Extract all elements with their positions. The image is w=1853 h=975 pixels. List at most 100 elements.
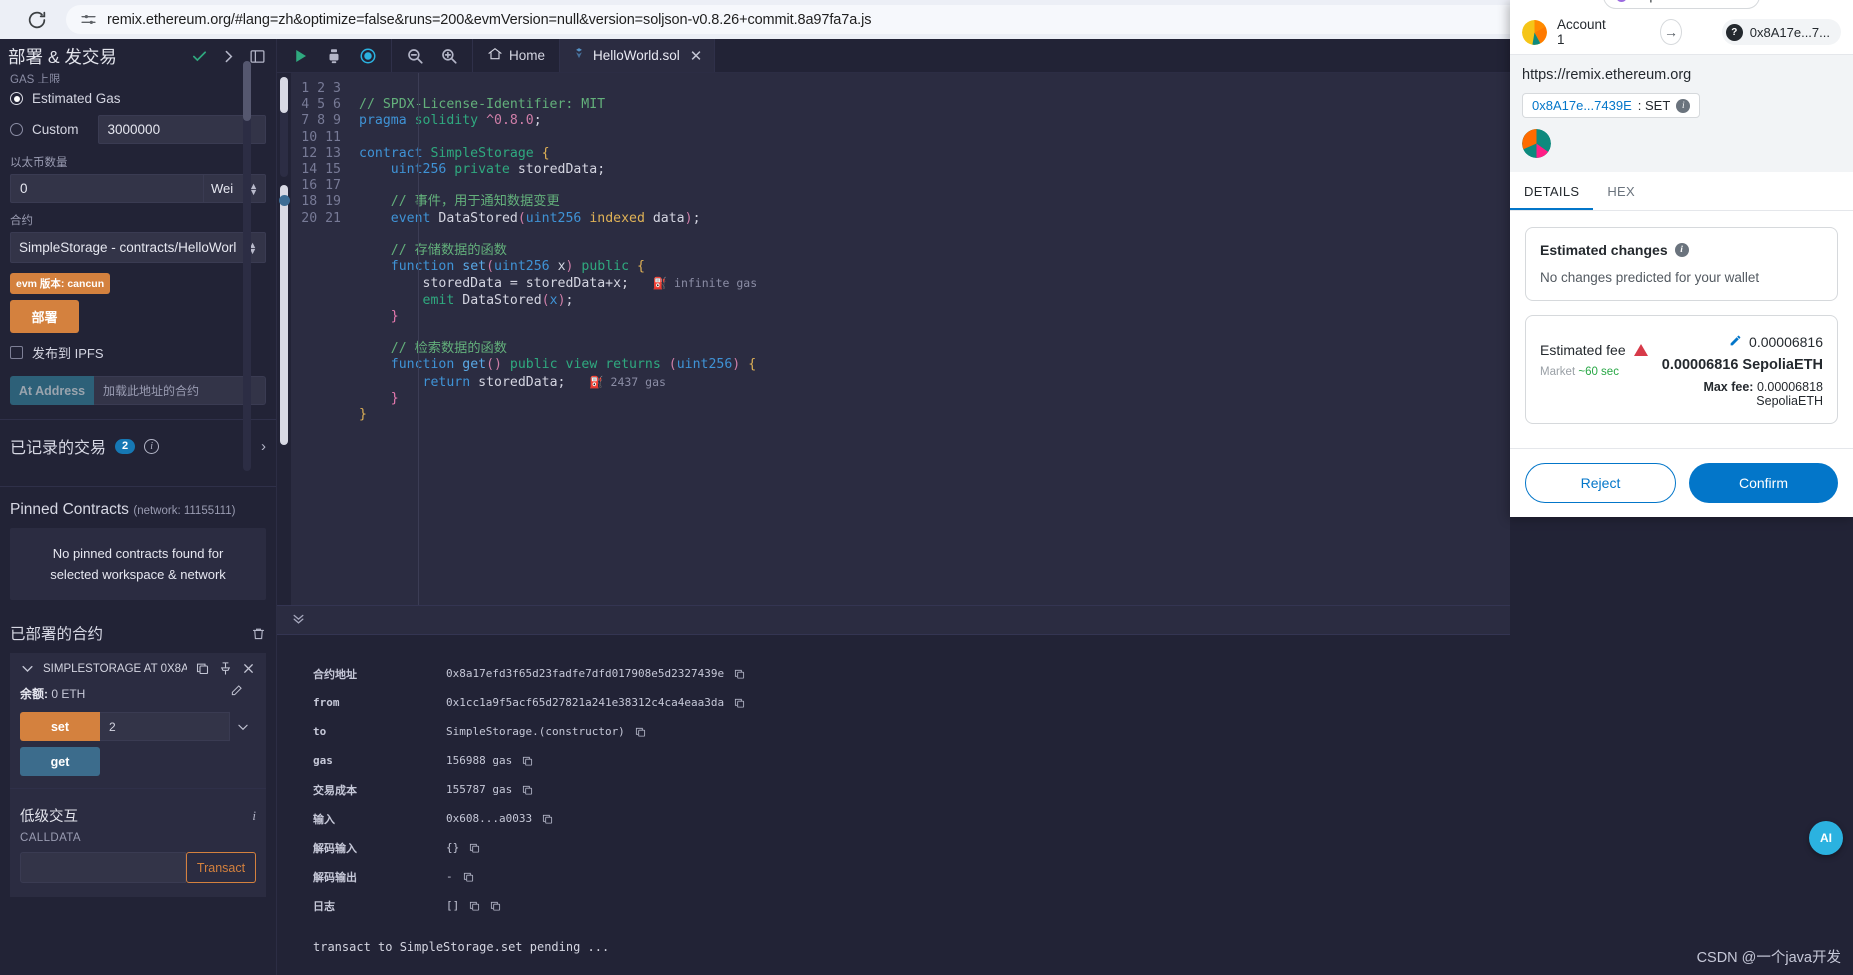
tx-key: 日志 (313, 899, 335, 913)
run-icon[interactable] (291, 47, 309, 65)
instance-header[interactable]: SIMPLESTORAGE AT 0X8A1...74: (20, 661, 256, 676)
account-name[interactable]: Account 1 (1557, 17, 1606, 47)
instance-title: SIMPLESTORAGE AT 0X8A1...74: (43, 662, 187, 675)
info-icon[interactable]: i (252, 808, 256, 824)
deployed-contracts-header: 已部署的合约 (10, 600, 266, 653)
copy-icon[interactable] (522, 755, 533, 767)
chevron-right-icon[interactable]: › (261, 438, 266, 455)
publish-ipfs-label: 发布到 IPFS (32, 345, 104, 361)
method-tag[interactable]: 0x8A17e...7439E : SET i (1522, 93, 1701, 118)
recorded-transactions-count: 2 (115, 438, 136, 454)
editor-scrollbar-thumb-2[interactable] (280, 185, 288, 445)
at-address-input[interactable]: 加载此地址的合约 (94, 376, 266, 405)
metamask-account-row: Account 1 → ? 0x8A17e...7... (1510, 10, 1853, 55)
recipient-pill[interactable]: ? 0x8A17e...7... (1721, 19, 1841, 45)
avatar (1522, 19, 1547, 45)
publish-ipfs-row[interactable]: 发布到 IPFS (10, 338, 266, 366)
tx-value: 0x8a17efd3f65d23fadfe7dfd017908e5d232743… (446, 667, 745, 680)
copy-icon[interactable] (195, 661, 210, 676)
close-icon[interactable] (241, 661, 256, 676)
tab-hex[interactable]: HEX (1593, 172, 1649, 210)
ai-assistant-button[interactable]: AI (1809, 821, 1843, 855)
pin-icon[interactable] (218, 661, 233, 676)
tx-value-text: 0x1cc1a9f5acf65d27821a241e38312c4ca4eaa3… (446, 696, 725, 709)
info-icon[interactable]: i (144, 438, 160, 454)
gas-limit-input[interactable]: 3000000 (97, 115, 266, 144)
chevron-down-icon[interactable] (230, 712, 256, 741)
layout-panel-icon[interactable] (249, 48, 266, 65)
edit-icon[interactable] (230, 683, 244, 702)
contract-avatar (1522, 129, 1551, 158)
breakpoint-icon[interactable] (279, 195, 290, 206)
copy-icon[interactable] (463, 871, 474, 883)
zoom-out-icon[interactable] (406, 47, 424, 65)
panel-scrollbar-track[interactable] (243, 61, 251, 471)
gas-option-custom[interactable]: Custom 3000000 (10, 114, 266, 145)
fee-edit-row[interactable]: 0.00006816 (1648, 334, 1823, 350)
fee-title-row: Estimated fee (1540, 342, 1648, 358)
zoom-in-icon[interactable] (440, 47, 458, 65)
reject-button[interactable]: Reject (1525, 463, 1676, 503)
toggle-icon[interactable] (359, 47, 377, 65)
checkbox-icon[interactable] (10, 345, 23, 359)
get-function-button[interactable]: get (20, 747, 100, 776)
set-function-button[interactable]: set (20, 712, 100, 741)
chevron-down-icon[interactable] (20, 661, 35, 676)
balance-value: 0 ETH (51, 687, 86, 701)
metamask-network-row[interactable]: Sepolia test network (1510, 0, 1853, 10)
editor-toolbar-actions (277, 39, 392, 72)
recorded-transactions-row[interactable]: 已记录的交易 2 i › (10, 420, 266, 472)
tab-helloworld-sol[interactable]: HelloWorld.sol ✕ (560, 39, 716, 72)
calldata-input[interactable] (20, 852, 186, 883)
check-icon[interactable] (191, 48, 208, 65)
site-settings-icon[interactable] (80, 11, 97, 28)
low-level-interactions: 低级交互 i CALLDATA Transact (20, 789, 256, 883)
copy-icon[interactable] (734, 668, 745, 680)
copy-icon[interactable] (542, 813, 553, 825)
editor-gutter (277, 73, 291, 605)
close-icon[interactable]: ✕ (690, 47, 703, 65)
tab-details[interactable]: DETAILS (1510, 172, 1594, 210)
value-input[interactable]: 0 (10, 174, 203, 203)
tab-home[interactable]: Home (473, 39, 561, 72)
tx-key: 交易成本 (313, 783, 357, 797)
info-icon[interactable]: i (1676, 98, 1691, 113)
gas-option-estimated[interactable]: Estimated Gas (10, 83, 266, 114)
editor-scrollbar-thumb[interactable] (280, 77, 288, 113)
radio-icon[interactable] (10, 92, 23, 105)
balance-label: 余额: (20, 687, 48, 701)
confirm-button[interactable]: Confirm (1689, 463, 1838, 503)
value-unit-select[interactable]: Wei ▲ ▼ (203, 174, 266, 203)
at-address-button[interactable]: At Address (10, 376, 94, 405)
panel-scrollbar-thumb[interactable] (243, 61, 251, 121)
set-function-input[interactable]: 2 (100, 712, 230, 741)
deployed-instance: SIMPLESTORAGE AT 0X8A1...74: 余额: 0 ETH (10, 653, 266, 897)
network-pill[interactable]: Sepolia test network (1603, 0, 1760, 9)
estimated-changes-body: No changes predicted for your wallet (1540, 270, 1760, 285)
copy-icon[interactable] (469, 900, 480, 912)
low-level-header: 低级交互 i (20, 805, 256, 826)
deploy-button[interactable]: 部署 (10, 300, 79, 333)
copy-icon[interactable] (734, 697, 745, 709)
chevrons-down-icon[interactable] (291, 611, 306, 629)
copy-icon[interactable] (490, 900, 501, 912)
transact-button[interactable]: Transact (186, 852, 256, 883)
info-icon[interactable]: i (1674, 243, 1689, 257)
radio-icon[interactable] (10, 123, 23, 136)
pinned-contracts-title: Pinned Contracts (10, 501, 129, 518)
copy-icon[interactable] (635, 726, 646, 738)
tx-value-text: [] (446, 899, 460, 912)
copy-icon[interactable] (522, 784, 533, 796)
debug-icon[interactable] (325, 47, 343, 65)
low-level-title: 低级交互 (20, 809, 78, 825)
tx-key: to (313, 725, 327, 738)
function-get-row: get (20, 747, 256, 776)
chevron-right-icon[interactable] (220, 48, 237, 65)
reload-icon[interactable] (26, 9, 48, 31)
trash-icon[interactable] (251, 626, 266, 641)
editor-minimap-scrollbar-track[interactable] (280, 77, 288, 177)
copy-icon[interactable] (469, 842, 480, 854)
tx-key: 输入 (313, 812, 335, 826)
contract-select[interactable]: SimpleStorage - contracts/HelloWorl ▲ ▼ (10, 232, 266, 263)
edit-icon[interactable] (1729, 334, 1742, 350)
